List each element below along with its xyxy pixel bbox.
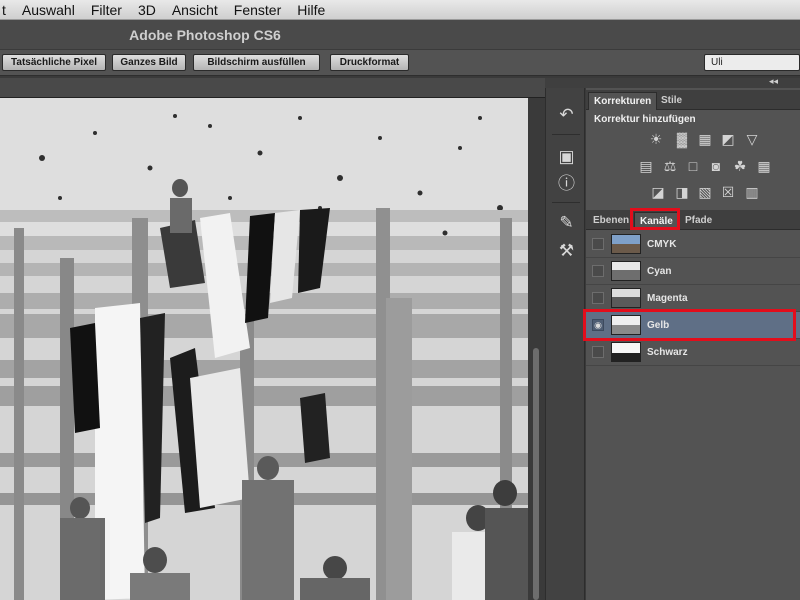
menu-item-3d[interactable]: 3D (138, 2, 156, 18)
exposure-icon[interactable]: ◩ (720, 131, 736, 147)
channel-thumbnail (611, 234, 641, 254)
levels-icon[interactable]: ▓ (674, 131, 690, 147)
hue-saturation-icon[interactable]: ▤ (638, 158, 654, 174)
strip-divider (552, 202, 580, 203)
tab-korrekturen[interactable]: Korrekturen (588, 92, 658, 110)
menu-item-hilfe[interactable]: Hilfe (297, 2, 325, 18)
channel-row-cmyk[interactable]: CMYK (586, 231, 800, 258)
title-bar: Adobe Photoshop CS6 (0, 20, 800, 50)
panel-icon-strip: ↶ ▣ ⓘ ✎ ⚒ (545, 88, 585, 600)
menu-item-ansicht[interactable]: Ansicht (172, 2, 218, 18)
camera-layer-comps-icon[interactable]: ▣ (556, 146, 577, 167)
tab-ebenen[interactable]: Ebenen (588, 212, 634, 230)
window-title: Adobe Photoshop CS6 (129, 27, 281, 43)
print-size-button[interactable]: Druckformat (330, 54, 409, 71)
channel-name: Cyan (647, 266, 672, 277)
visibility-toggle[interactable] (592, 346, 604, 358)
channel-row-magenta[interactable]: Magenta (586, 285, 800, 312)
panel-collapse-bar[interactable]: ◂◂ (545, 76, 800, 88)
collapse-icon[interactable]: ◂◂ (769, 76, 778, 87)
brush-presets-icon[interactable]: ✎ (556, 212, 577, 233)
history-brush-icon[interactable]: ↶ (556, 104, 577, 125)
channel-row-schwarz[interactable]: Schwarz (586, 339, 800, 366)
vertical-scrollbar[interactable] (528, 98, 545, 600)
menu-item-ebene[interactable]: t (2, 2, 6, 18)
tab-pfade[interactable]: Pfade (680, 212, 717, 230)
options-bar: Tatsächliche Pixel Ganzes Bild Bildschir… (0, 50, 800, 76)
menu-item-fenster[interactable]: Fenster (234, 2, 281, 18)
curves-icon[interactable]: ▦ (697, 131, 713, 147)
visibility-toggle[interactable] (592, 292, 604, 304)
channel-name: CMYK (647, 239, 677, 250)
visibility-toggle[interactable] (592, 238, 604, 250)
black-white-icon[interactable]: □ (685, 158, 701, 174)
posterize-icon[interactable]: ◨ (674, 184, 690, 200)
adjustments-tab-bar: Korrekturen Stile (586, 90, 800, 110)
vibrance-icon[interactable]: ▽ (744, 131, 760, 147)
workspace-select[interactable]: Uli (704, 54, 800, 71)
actual-pixels-button[interactable]: Tatsächliche Pixel (2, 54, 106, 71)
menu-bar: t Auswahl Filter 3D Ansicht Fenster Hilf… (0, 0, 800, 20)
gradient-map-icon[interactable]: ▥ (744, 184, 760, 200)
add-adjustment-heading: Korrektur hinzufügen (594, 114, 696, 125)
color-balance-icon[interactable]: ⚖ (662, 158, 678, 174)
document-tab-strip (0, 78, 545, 98)
channel-thumbnail (611, 261, 641, 281)
strip-divider (552, 134, 580, 135)
tab-stile[interactable]: Stile (656, 92, 687, 110)
brightness-icon[interactable]: ☀ (648, 131, 664, 147)
channel-row-cyan[interactable]: Cyan (586, 258, 800, 285)
channel-thumbnail (611, 342, 641, 362)
scrollbar-thumb[interactable] (533, 348, 539, 600)
highlight-gelb-channel (583, 309, 796, 341)
highlight-kanaele-tab (630, 208, 680, 230)
menu-item-filter[interactable]: Filter (91, 2, 122, 18)
channel-name: Schwarz (647, 347, 688, 358)
channel-name: Magenta (647, 293, 688, 304)
selective-color-icon[interactable]: ☒ (720, 184, 736, 200)
fill-screen-button[interactable]: Bildschirm ausfüllen (193, 54, 320, 71)
image-canvas[interactable] (0, 98, 528, 600)
photo-filter-icon[interactable]: ◙ (708, 158, 724, 174)
channel-mixer-icon[interactable]: ☘ (732, 158, 748, 174)
visibility-toggle[interactable] (592, 265, 604, 277)
right-panel: Korrekturen Stile Korrektur hinzufügen ☀… (586, 88, 800, 600)
channels-tab-bar: Ebenen Kanäle Pfade (586, 210, 800, 230)
info-icon[interactable]: ⓘ (556, 173, 577, 194)
document-area (0, 78, 545, 600)
menu-item-auswahl[interactable]: Auswahl (22, 2, 75, 18)
invert-icon[interactable]: ◪ (650, 184, 666, 200)
color-lookup-icon[interactable]: ▦ (756, 158, 772, 174)
clone-source-icon[interactable]: ⚒ (556, 240, 577, 261)
canvas-image (0, 98, 528, 600)
fit-screen-button[interactable]: Ganzes Bild (112, 54, 186, 71)
threshold-icon[interactable]: ▧ (697, 184, 713, 200)
channel-thumbnail (611, 288, 641, 308)
